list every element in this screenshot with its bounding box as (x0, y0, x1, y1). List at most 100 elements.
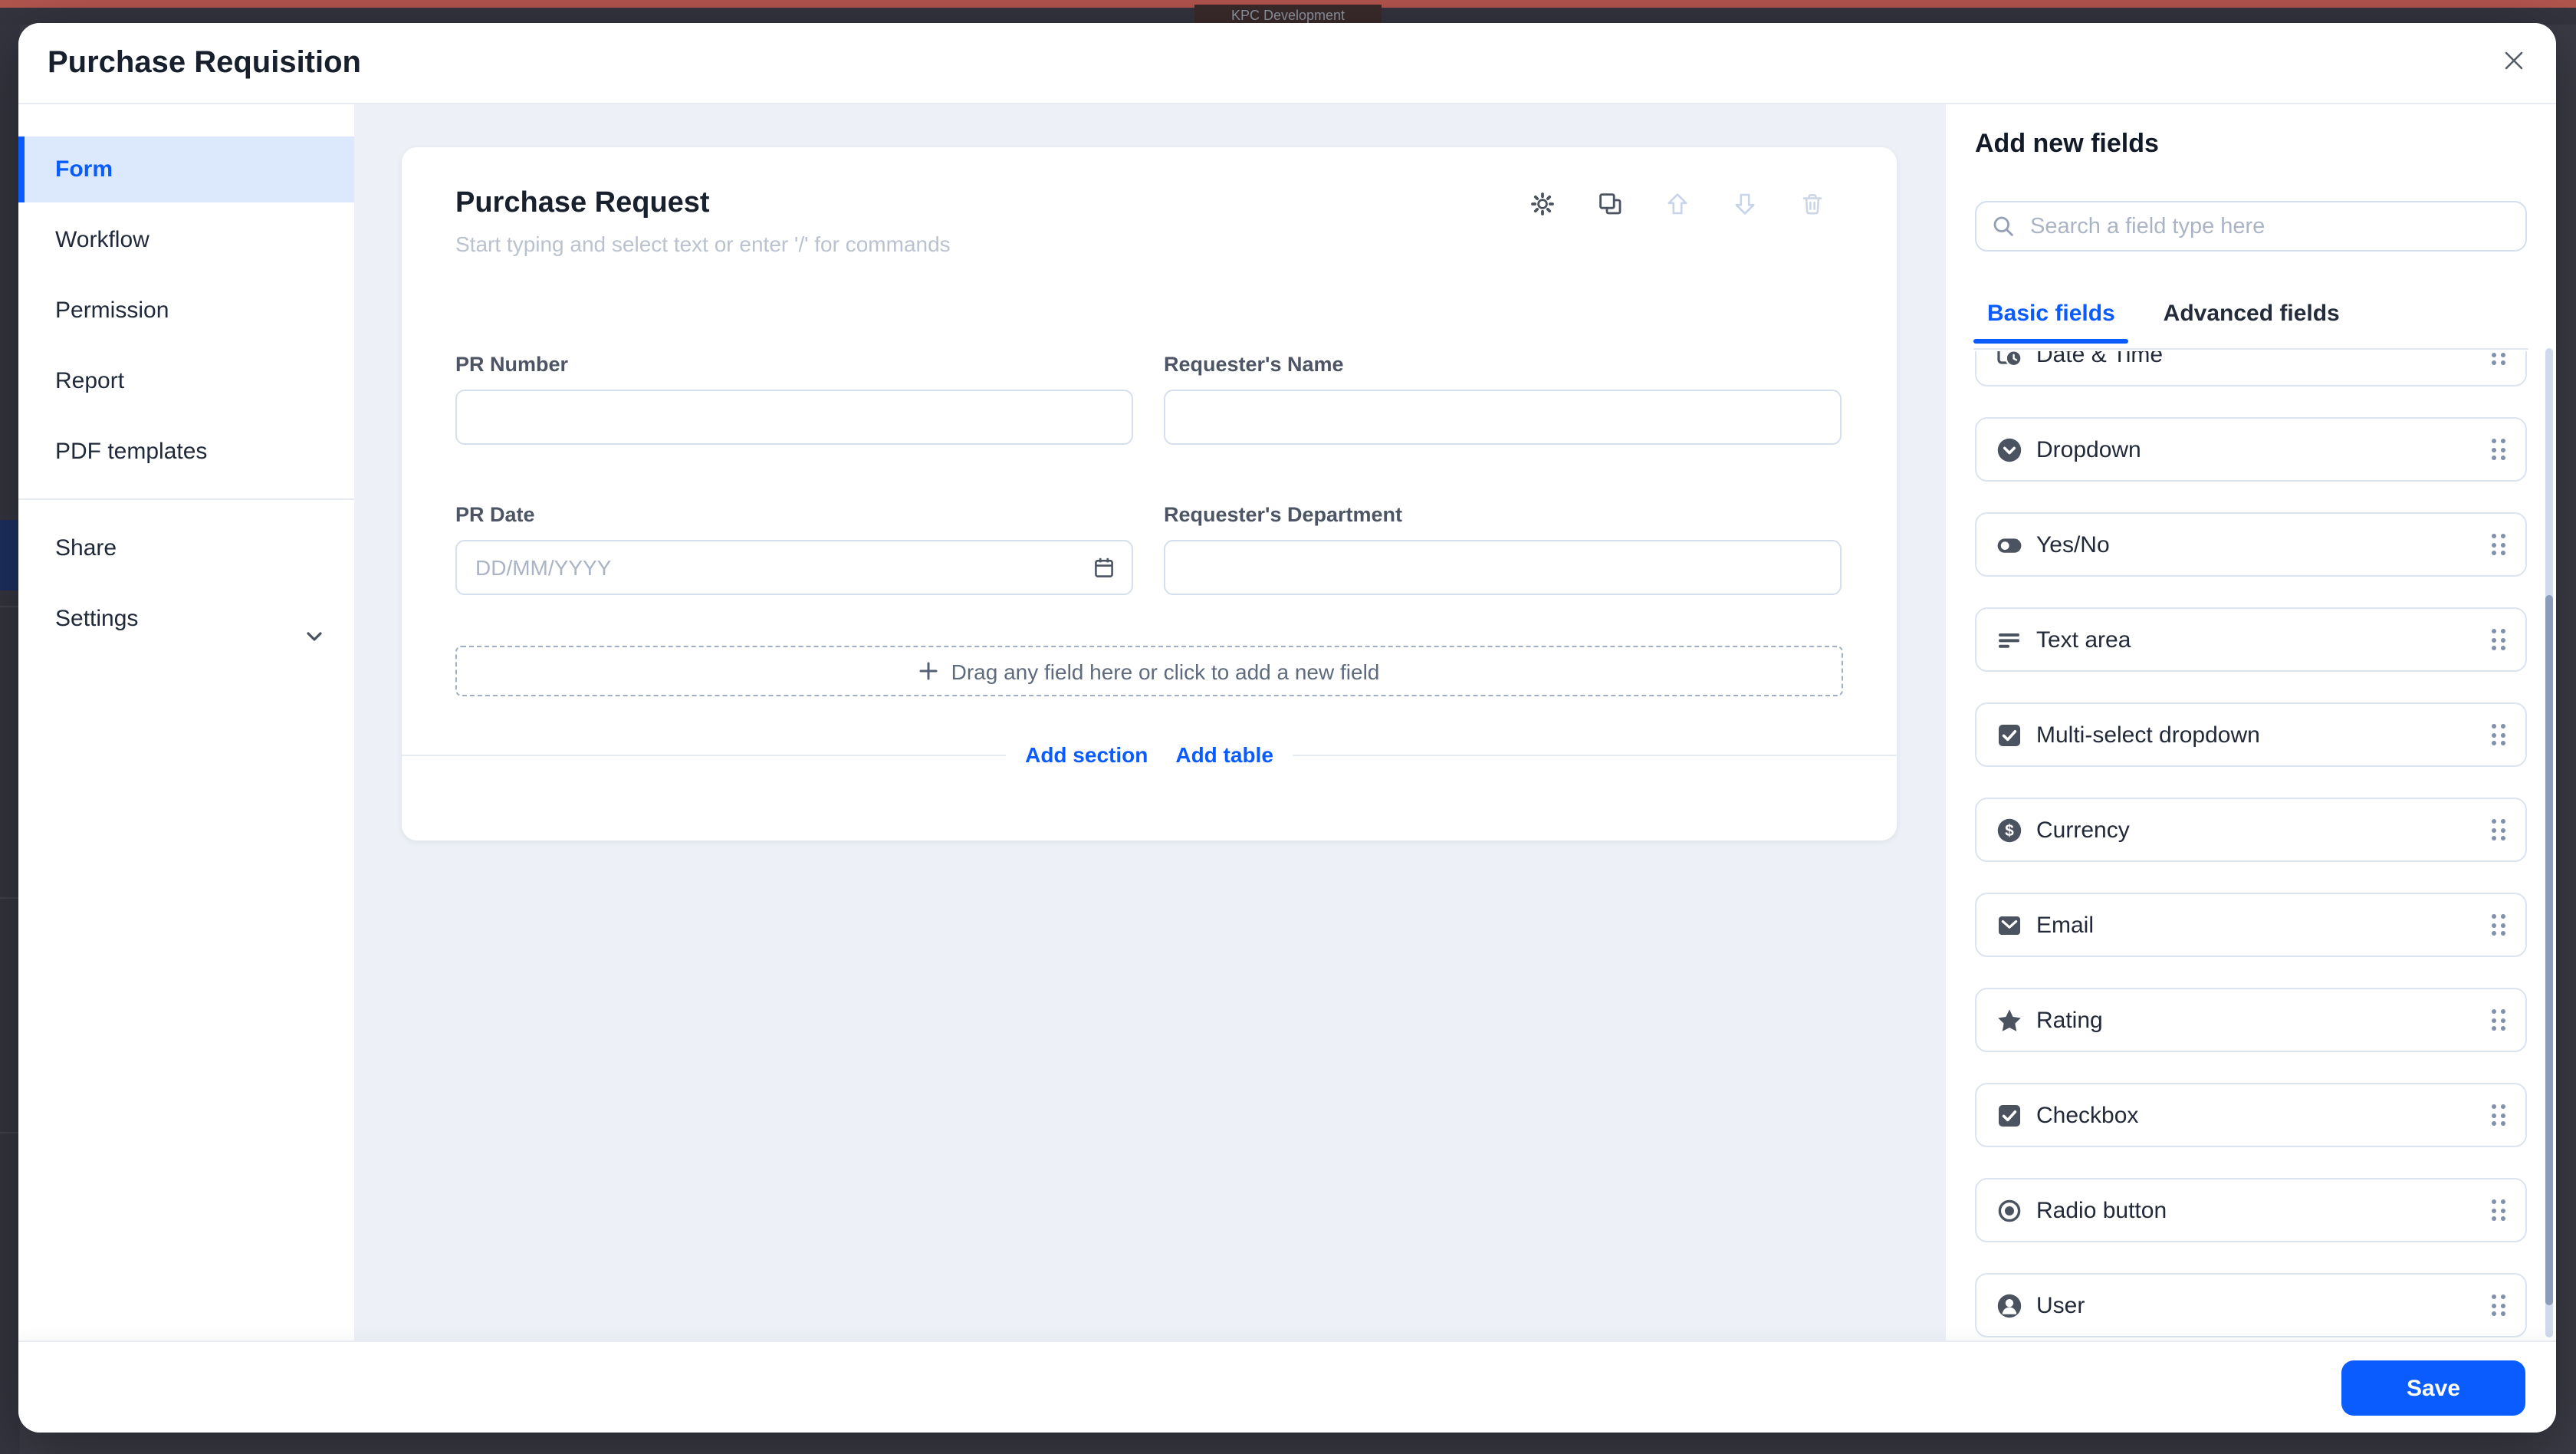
trash-icon (1800, 192, 1825, 216)
close-icon (2502, 49, 2525, 77)
form-section-description-placeholder[interactable]: Start typing and select text or enter '/… (455, 232, 951, 256)
sidebar-item-label: Permission (55, 298, 169, 324)
field-type-checkbox[interactable]: Checkbox (1975, 1083, 2527, 1147)
multi-select-icon (1996, 722, 2022, 748)
drag-handle-icon[interactable] (2492, 1104, 2505, 1126)
drag-handle-icon[interactable] (2492, 724, 2505, 745)
calendar-icon[interactable] (1092, 555, 1116, 580)
sidebar-item-workflow[interactable]: Workflow (18, 207, 354, 273)
drag-handle-icon[interactable] (2492, 439, 2505, 460)
sidebar-item-label: Form (55, 156, 113, 183)
search-icon (1992, 215, 2015, 238)
field-type-label: Date & Time (2036, 351, 2163, 367)
save-button[interactable]: Save (2341, 1360, 2525, 1416)
backdrop-divider (0, 1132, 20, 1133)
field-type-label: Rating (2036, 1007, 2103, 1033)
sidebar-item-pdf-templates[interactable]: PDF templates (18, 419, 354, 485)
sidebar-item-permission[interactable]: Permission (18, 278, 354, 344)
modal-title: Purchase Requisition (48, 46, 361, 81)
modal-header: Purchase Requisition (18, 23, 2556, 104)
field-type-label: Checkbox (2036, 1102, 2138, 1128)
pr-date-input[interactable] (455, 540, 1133, 595)
sidebar-item-label: Workflow (55, 227, 150, 253)
field-type-user[interactable]: User (1975, 1273, 2527, 1337)
arrow-up-icon (1665, 192, 1690, 216)
drag-handle-icon[interactable] (2492, 819, 2505, 840)
field-type-text-area[interactable]: Text area (1975, 607, 2527, 672)
dropdown-icon (1996, 436, 2022, 462)
requesters-department-input[interactable] (1164, 540, 1842, 595)
drag-handle-icon[interactable] (2492, 914, 2505, 936)
field-type-date-time[interactable]: Date & Time (1975, 351, 2527, 387)
section-delete-button[interactable] (1800, 192, 1825, 216)
rating-icon (1996, 1007, 2022, 1033)
field-label: PR Number (455, 354, 1133, 376)
tab-advanced-fields[interactable]: Advanced fields (2164, 287, 2340, 342)
section-settings-button[interactable] (1530, 192, 1555, 216)
field-type-list: Date & Time Dropdown Y (1946, 351, 2556, 1342)
field-type-dropdown[interactable]: Dropdown (1975, 417, 2527, 482)
field-requesters-department: Requester's Department (1164, 505, 1842, 595)
screen: KPC Development Purchase Requisition For… (0, 0, 2576, 1454)
date-time-icon (1996, 351, 2022, 367)
add-section-link[interactable]: Add section (1025, 742, 1148, 767)
form-canvas: Purchase Request Start typing and select… (354, 104, 1946, 1342)
sidebar-item-share[interactable]: Share (18, 515, 354, 581)
form-section-card: Purchase Request Start typing and select… (402, 147, 1897, 840)
drag-handle-icon[interactable] (2492, 629, 2505, 650)
purchase-requisition-modal: Purchase Requisition Form Workflow Permi… (18, 23, 2556, 1433)
section-move-up-button[interactable] (1665, 192, 1690, 216)
browser-tab[interactable]: KPC Development (1194, 5, 1382, 25)
close-button[interactable] (2495, 44, 2532, 81)
checkbox-icon (1996, 1102, 2022, 1128)
sidebar-item-label: Report (55, 368, 124, 394)
field-type-radio-button[interactable]: Radio button (1975, 1178, 2527, 1242)
sidebar-divider (18, 498, 354, 500)
field-type-label: Text area (2036, 627, 2131, 653)
email-icon (1996, 912, 2022, 938)
drag-handle-icon[interactable] (2492, 351, 2505, 365)
modal-footer: Save (18, 1341, 2556, 1433)
panel-title: Add new fields (1975, 129, 2159, 160)
sidebar-item-report[interactable]: Report (18, 348, 354, 414)
field-search-box[interactable] (1975, 201, 2527, 252)
drag-handle-icon[interactable] (2492, 1294, 2505, 1316)
svg-text:$: $ (2005, 821, 2014, 839)
field-label: Requester's Department (1164, 505, 1842, 526)
add-table-link[interactable]: Add table (1175, 742, 1273, 767)
field-search-input[interactable] (2027, 212, 2510, 240)
section-actions: Add section Add table (402, 742, 1897, 767)
add-field-dropzone[interactable]: Drag any field here or click to add a ne… (455, 646, 1843, 696)
toggle-icon (1996, 531, 2022, 558)
dropzone-label: Drag any field here or click to add a ne… (951, 659, 1380, 683)
section-move-down-button[interactable] (1733, 192, 1757, 216)
field-requesters-name: Requester's Name (1164, 354, 1842, 445)
field-type-email[interactable]: Email (1975, 893, 2527, 957)
field-type-label: User (2036, 1292, 2085, 1318)
field-type-label: Yes/No (2036, 531, 2110, 558)
section-duplicate-button[interactable] (1598, 192, 1622, 216)
requesters-name-input[interactable] (1164, 390, 1842, 445)
app-sidebar-active-item (0, 520, 20, 590)
drag-handle-icon[interactable] (2492, 1009, 2505, 1031)
user-icon (1996, 1292, 2022, 1318)
field-type-yes-no[interactable]: Yes/No (1975, 512, 2527, 577)
field-type-multi-select[interactable]: Multi-select dropdown (1975, 702, 2527, 767)
tab-basic-fields[interactable]: Basic fields (1987, 287, 2115, 342)
copy-icon (1598, 192, 1622, 216)
sidebar-item-label: PDF templates (55, 439, 207, 465)
gear-icon (1530, 192, 1555, 216)
field-type-currency[interactable]: $ Currency (1975, 798, 2527, 862)
text-area-icon (1996, 627, 2022, 653)
field-type-label: Multi-select dropdown (2036, 722, 2260, 748)
drag-handle-icon[interactable] (2492, 534, 2505, 555)
panel-scrollbar-thumb[interactable] (2545, 595, 2553, 1305)
modal-sidebar: Form Workflow Permission Report PDF temp… (18, 104, 354, 1342)
field-type-rating[interactable]: Rating (1975, 988, 2527, 1052)
sidebar-item-label: Share (55, 535, 117, 561)
drag-handle-icon[interactable] (2492, 1199, 2505, 1221)
sidebar-item-settings[interactable]: Settings (18, 586, 354, 652)
form-section-title[interactable]: Purchase Request (455, 187, 710, 221)
sidebar-item-form[interactable]: Form (18, 137, 354, 202)
pr-number-input[interactable] (455, 390, 1133, 445)
